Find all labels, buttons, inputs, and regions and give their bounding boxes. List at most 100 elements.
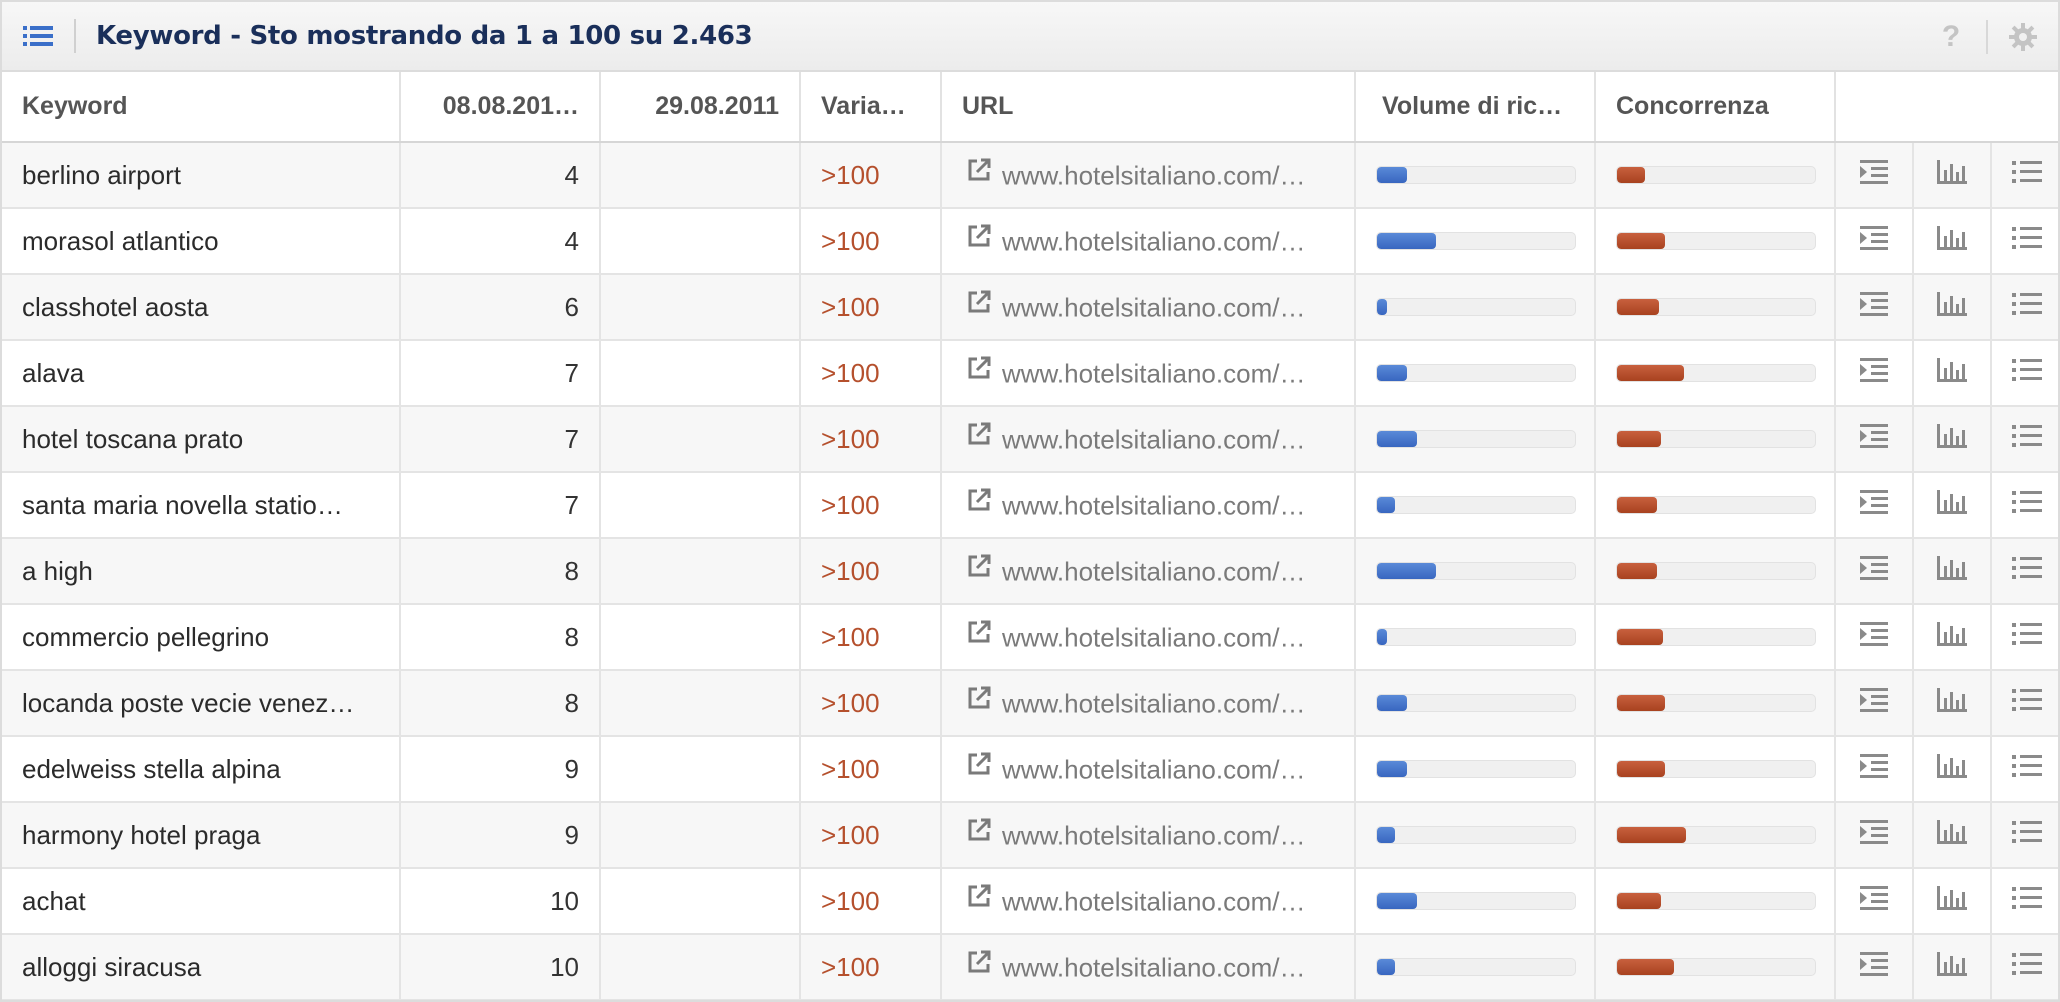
list-icon[interactable] <box>1991 736 2058 803</box>
url-cell[interactable]: www.hotelsitaliano.com/… <box>941 472 1356 539</box>
list-icon[interactable] <box>1991 208 2058 275</box>
column-header-date2[interactable]: 29.08.2011 <box>600 72 801 143</box>
external-link-icon[interactable] <box>966 751 992 784</box>
list-icon[interactable] <box>1991 604 2058 671</box>
external-link-icon[interactable] <box>966 685 992 718</box>
url-cell[interactable]: www.hotelsitaliano.com/… <box>941 868 1356 935</box>
indent-list-icon[interactable] <box>1835 142 1914 209</box>
url-cell[interactable]: www.hotelsitaliano.com/… <box>941 736 1356 803</box>
external-link-icon[interactable] <box>966 421 992 454</box>
list-icon[interactable] <box>1991 934 2058 1000</box>
url-cell[interactable]: www.hotelsitaliano.com/… <box>941 274 1356 341</box>
keyword-cell[interactable]: morasol atlantico <box>2 208 401 275</box>
indent-list-icon[interactable] <box>1835 472 1914 539</box>
indent-list-icon[interactable] <box>1835 934 1914 1000</box>
column-header-competition[interactable]: Concorrenza <box>1595 72 1836 143</box>
gear-icon[interactable] <box>1988 2 2058 72</box>
url-link[interactable]: www.hotelsitaliano.com/… <box>1002 754 1305 784</box>
url-link[interactable]: www.hotelsitaliano.com/… <box>1002 292 1305 322</box>
external-link-icon[interactable] <box>966 553 992 586</box>
url-link[interactable]: www.hotelsitaliano.com/… <box>1002 688 1305 718</box>
external-link-icon[interactable] <box>966 289 992 322</box>
bar-chart-icon[interactable] <box>1913 736 1992 803</box>
external-link-icon[interactable] <box>966 355 992 388</box>
external-link-icon[interactable] <box>966 619 992 652</box>
keyword-cell[interactable]: a high <box>2 538 401 605</box>
column-header-variation[interactable]: Varia… <box>800 72 942 143</box>
bar-chart-icon[interactable] <box>1913 406 1992 473</box>
list-icon[interactable] <box>1991 274 2058 341</box>
url-cell[interactable]: www.hotelsitaliano.com/… <box>941 604 1356 671</box>
external-link-icon[interactable] <box>966 223 992 256</box>
indent-list-icon[interactable] <box>1835 868 1914 935</box>
external-link-icon[interactable] <box>966 817 992 850</box>
keyword-cell[interactable]: locanda poste vecie venez… <box>2 670 401 737</box>
column-header-date1[interactable]: 08.08.201… <box>400 72 601 143</box>
url-link[interactable]: www.hotelsitaliano.com/… <box>1002 160 1305 190</box>
keyword-cell[interactable]: alloggi siracusa <box>2 934 401 1000</box>
keyword-cell[interactable]: achat <box>2 868 401 935</box>
list-icon[interactable] <box>1991 802 2058 869</box>
keyword-cell[interactable]: edelweiss stella alpina <box>2 736 401 803</box>
bar-chart-icon[interactable] <box>1913 274 1992 341</box>
url-link[interactable]: www.hotelsitaliano.com/… <box>1002 490 1305 520</box>
bar-chart-icon[interactable] <box>1913 802 1992 869</box>
url-link[interactable]: www.hotelsitaliano.com/… <box>1002 952 1305 982</box>
bar-chart-icon[interactable] <box>1913 472 1992 539</box>
url-link[interactable]: www.hotelsitaliano.com/… <box>1002 556 1305 586</box>
url-link[interactable]: www.hotelsitaliano.com/… <box>1002 820 1305 850</box>
indent-list-icon[interactable] <box>1835 538 1914 605</box>
keyword-cell[interactable]: alava <box>2 340 401 407</box>
list-icon[interactable] <box>1991 142 2058 209</box>
list-icon[interactable] <box>1991 406 2058 473</box>
url-link[interactable]: www.hotelsitaliano.com/… <box>1002 886 1305 916</box>
url-cell[interactable]: www.hotelsitaliano.com/… <box>941 406 1356 473</box>
external-link-icon[interactable] <box>966 157 992 190</box>
bar-chart-icon[interactable] <box>1913 142 1992 209</box>
url-link[interactable]: www.hotelsitaliano.com/… <box>1002 622 1305 652</box>
keyword-cell[interactable]: berlino airport <box>2 142 401 209</box>
external-link-icon[interactable] <box>966 883 992 916</box>
bar-chart-icon[interactable] <box>1913 670 1992 737</box>
indent-list-icon[interactable] <box>1835 670 1914 737</box>
url-cell[interactable]: www.hotelsitaliano.com/… <box>941 934 1356 1000</box>
list-icon[interactable] <box>1991 538 2058 605</box>
column-header-keyword[interactable]: Keyword <box>2 72 401 143</box>
external-link-icon[interactable] <box>966 949 992 982</box>
indent-list-icon[interactable] <box>1835 736 1914 803</box>
url-cell[interactable]: www.hotelsitaliano.com/… <box>941 208 1356 275</box>
list-icon[interactable] <box>1991 472 2058 539</box>
indent-list-icon[interactable] <box>1835 208 1914 275</box>
keyword-cell[interactable]: commercio pellegrino <box>2 604 401 671</box>
list-icon[interactable] <box>1991 670 2058 737</box>
indent-list-icon[interactable] <box>1835 802 1914 869</box>
url-cell[interactable]: www.hotelsitaliano.com/… <box>941 538 1356 605</box>
bar-chart-icon[interactable] <box>1913 604 1992 671</box>
list-icon[interactable] <box>2 2 74 71</box>
indent-list-icon[interactable] <box>1835 340 1914 407</box>
keyword-cell[interactable]: harmony hotel praga <box>2 802 401 869</box>
help-button[interactable]: ? <box>1916 2 1986 72</box>
bar-chart-icon[interactable] <box>1913 868 1992 935</box>
bar-chart-icon[interactable] <box>1913 340 1992 407</box>
url-cell[interactable]: www.hotelsitaliano.com/… <box>941 670 1356 737</box>
indent-list-icon[interactable] <box>1835 604 1914 671</box>
keyword-cell[interactable]: classhotel aosta <box>2 274 401 341</box>
indent-list-icon[interactable] <box>1835 274 1914 341</box>
list-icon[interactable] <box>1991 868 2058 935</box>
keyword-cell[interactable]: santa maria novella statio… <box>2 472 401 539</box>
indent-list-icon[interactable] <box>1835 406 1914 473</box>
external-link-icon[interactable] <box>966 487 992 520</box>
url-cell[interactable]: www.hotelsitaliano.com/… <box>941 142 1356 209</box>
url-link[interactable]: www.hotelsitaliano.com/… <box>1002 226 1305 256</box>
column-header-volume[interactable]: Volume di ric… <box>1355 72 1596 143</box>
keyword-cell[interactable]: hotel toscana prato <box>2 406 401 473</box>
url-link[interactable]: www.hotelsitaliano.com/… <box>1002 358 1305 388</box>
url-link[interactable]: www.hotelsitaliano.com/… <box>1002 424 1305 454</box>
column-header-url[interactable]: URL <box>941 72 1356 143</box>
list-icon[interactable] <box>1991 340 2058 407</box>
bar-chart-icon[interactable] <box>1913 208 1992 275</box>
url-cell[interactable]: www.hotelsitaliano.com/… <box>941 802 1356 869</box>
url-cell[interactable]: www.hotelsitaliano.com/… <box>941 340 1356 407</box>
bar-chart-icon[interactable] <box>1913 934 1992 1000</box>
